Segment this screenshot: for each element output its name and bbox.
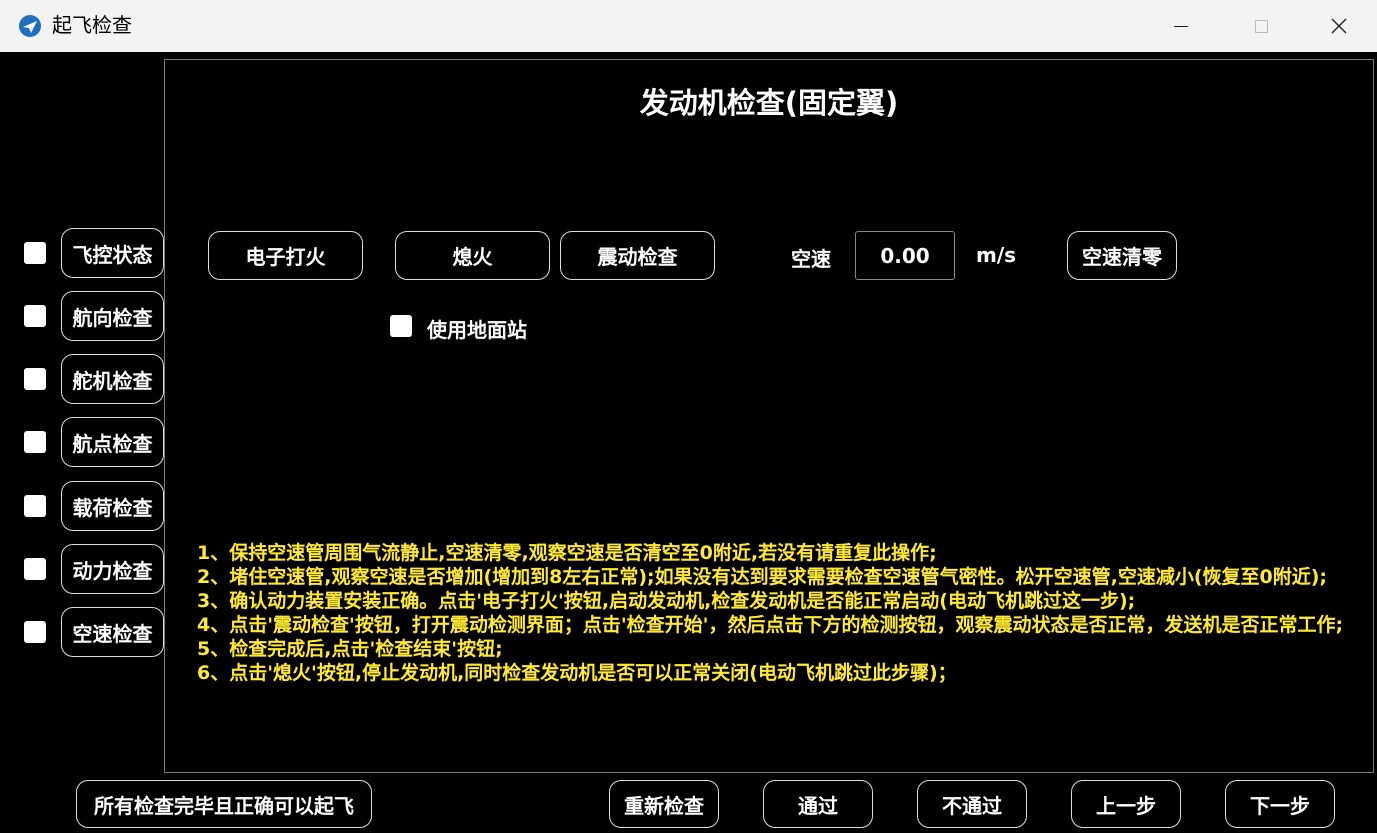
sidebar-item-airspeed[interactable]: 空速检查 (61, 607, 164, 657)
next-step-button[interactable]: 下一步 (1225, 780, 1335, 828)
instruction-step: 3、确认动力装置安装正确。点击'电子打火'按钮,启动发动机,检查发动机是否能正常… (197, 590, 1136, 612)
instruction-step: 6、点击'熄火'按钮,停止发动机,同时检查发动机是否可以正常关闭(电动飞机跳过此… (197, 662, 957, 684)
engine-check-panel: 发动机检查(固定翼) 电子打火 熄火 震动检查 空速 0.00 m/s 空速清零… (164, 59, 1374, 773)
airspeed-label: 空速 (791, 247, 831, 271)
recheck-button[interactable]: 重新检查 (609, 780, 719, 828)
instruction-step: 1、保持空速管周围气流静止,空速清零,观察空速是否清空至0附近,若没有请重复此操… (197, 542, 937, 564)
instruction-step: 4、点击'震动检查'按钮，打开震动检测界面；点击'检查开始'，然后点击下方的检测… (197, 614, 1344, 636)
title-bar: 起飞检查 (0, 0, 1377, 52)
sidebar-checkbox-airspeed[interactable] (24, 621, 46, 643)
window-title: 起飞检查 (52, 13, 132, 37)
ready-to-takeoff-label: 所有检查完毕且正确可以起飞 (76, 780, 372, 828)
sidebar-item-payload[interactable]: 载荷检查 (61, 481, 164, 531)
fail-button[interactable]: 不通过 (917, 780, 1027, 828)
instructions: 1、保持空速管周围气流静止,空速清零,观察空速是否清空至0附近,若没有请重复此操… (197, 541, 1357, 685)
sidebar-item-flight-control[interactable]: 飞控状态 (61, 228, 164, 278)
app-window: 起飞检查 飞控状态 航向检查 舵机检查 航点检查 载荷检查 动力检查 空速检查 … (0, 0, 1377, 833)
instruction-step: 5、检查完成后,点击'检查结束'按钮; (197, 638, 503, 660)
zero-airspeed-button[interactable]: 空速清零 (1067, 231, 1177, 280)
sidebar-item-waypoint[interactable]: 航点检查 (61, 417, 164, 467)
pass-button[interactable]: 通过 (763, 780, 873, 828)
close-icon (1331, 18, 1347, 34)
shutdown-button[interactable]: 熄火 (395, 231, 550, 280)
main-content: 飞控状态 航向检查 舵机检查 航点检查 载荷检查 动力检查 空速检查 发动机检查… (4, 52, 1374, 833)
ground-station-checkbox[interactable] (390, 315, 412, 337)
app-logo-icon (19, 15, 41, 37)
maximize-icon (1254, 19, 1268, 33)
sidebar-item-power[interactable]: 动力检查 (61, 544, 164, 594)
sidebar-checkbox-flight-control[interactable] (24, 242, 46, 264)
page-title: 发动机检查(固定翼) (639, 86, 899, 120)
sidebar-checkbox-payload[interactable] (24, 495, 46, 517)
previous-step-button[interactable]: 上一步 (1071, 780, 1181, 828)
airspeed-value: 0.00 (855, 231, 955, 280)
sidebar-checkbox-servo[interactable] (24, 368, 46, 390)
sidebar-checkbox-heading[interactable] (24, 305, 46, 327)
minimize-button[interactable] (1141, 0, 1221, 52)
sidebar-item-heading[interactable]: 航向检查 (61, 291, 164, 341)
sidebar-checkbox-waypoint[interactable] (24, 431, 46, 453)
airspeed-unit: m/s (976, 243, 1017, 267)
close-button[interactable] (1301, 0, 1377, 52)
vibration-check-button[interactable]: 震动检查 (560, 231, 715, 280)
maximize-button[interactable] (1221, 0, 1301, 52)
sidebar-checkbox-power[interactable] (24, 558, 46, 580)
ignite-button[interactable]: 电子打火 (208, 231, 363, 280)
instruction-step: 2、堵住空速管,观察空速是否增加(增加到8左右正常);如果没有达到要求需要检查空… (197, 566, 1328, 588)
sidebar-item-servo[interactable]: 舵机检查 (61, 354, 164, 404)
minimize-icon (1174, 25, 1188, 27)
ground-station-label: 使用地面站 (427, 318, 527, 342)
